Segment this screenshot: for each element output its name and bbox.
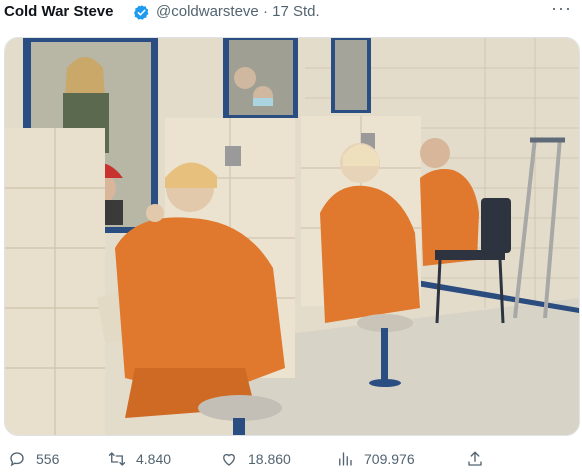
reply-icon [10, 452, 24, 467]
share-icon [468, 451, 482, 466]
reply-button[interactable]: 556 [8, 446, 59, 472]
reply-count: 556 [36, 451, 60, 467]
prison-visiting-scene [5, 38, 579, 435]
retweet-count: 4.840 [136, 451, 172, 467]
share-button[interactable] [466, 446, 494, 472]
like-button[interactable]: 18.860 [220, 446, 291, 472]
heart-icon [223, 453, 235, 466]
more-icon[interactable]: ··· [551, 0, 572, 19]
retweet-button[interactable]: 4.840 [108, 446, 171, 472]
handle-text: @coldwarsteve [156, 3, 259, 20]
timestamp[interactable]: 17 Std. [272, 3, 320, 20]
tweet-image[interactable] [4, 37, 580, 436]
tweet-header: Cold War Steve @coldwarsteve · 17 Std. ·… [0, 0, 582, 28]
views-chart-icon [339, 452, 352, 466]
verified-badge-icon [134, 5, 149, 20]
views-count: 709.976 [364, 451, 415, 467]
like-count: 18.860 [248, 451, 291, 467]
views-button[interactable]: 709.976 [336, 446, 415, 472]
separator: · [262, 3, 268, 20]
tweet-actions: 556 4.840 18.860 709.976 [0, 446, 582, 472]
retweet-icon [108, 452, 126, 466]
author-handle[interactable]: @coldwarsteve · 17 Std. [156, 3, 320, 20]
author-name[interactable]: Cold War Steve [4, 3, 113, 20]
